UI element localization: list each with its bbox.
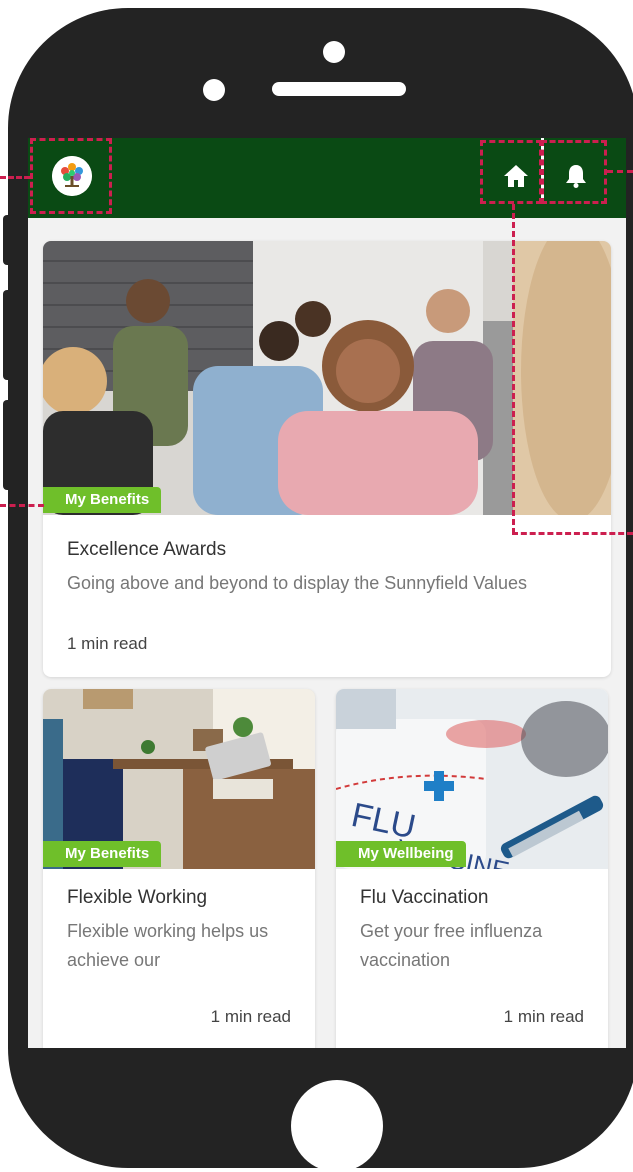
students-photo bbox=[43, 241, 611, 515]
volume-button bbox=[3, 290, 11, 380]
article-description: Going above and beyond to display the Su… bbox=[67, 573, 527, 593]
article-title: Flu Vaccination bbox=[360, 887, 489, 908]
feature-article-card[interactable]: My Benefits Excellence Awards Going abov… bbox=[43, 241, 611, 677]
proximity-sensor bbox=[203, 79, 225, 101]
earpiece-speaker bbox=[272, 82, 406, 96]
logo-callout-line bbox=[0, 176, 30, 179]
bell-callout-line bbox=[607, 170, 633, 173]
article-description: Get your free influenza vaccination bbox=[360, 921, 543, 970]
volume-button bbox=[3, 215, 11, 265]
power-button bbox=[3, 400, 11, 490]
article-card[interactable]: My Benefits Flexible Working Flexible wo… bbox=[43, 689, 315, 1048]
app-screen: My Benefits Excellence Awards Going abov… bbox=[28, 138, 626, 1048]
tag-callout-line bbox=[0, 504, 44, 507]
home-callout-line bbox=[512, 532, 633, 535]
read-time: 1 min read bbox=[67, 634, 148, 653]
category-tag: My Benefits bbox=[43, 841, 162, 867]
category-tag: My Wellbeing bbox=[336, 841, 466, 867]
home-callout-box bbox=[480, 140, 542, 204]
front-camera bbox=[323, 41, 345, 63]
home-callout-line bbox=[512, 204, 515, 534]
bell-callout-box bbox=[541, 140, 607, 204]
article-title: Excellence Awards bbox=[67, 539, 227, 560]
logo-callout-box bbox=[30, 138, 112, 214]
article-card[interactable]: FLU VACCINE My Wellbeing Flu Vaccination… bbox=[336, 689, 608, 1048]
article-title: Flexible Working bbox=[67, 887, 208, 908]
article-description: Flexible working helps us achieve our bbox=[67, 921, 269, 970]
phone-home-button[interactable] bbox=[291, 1080, 383, 1172]
read-time: 1 min read bbox=[210, 1007, 291, 1026]
category-tag: My Benefits bbox=[43, 487, 162, 513]
read-time: 1 min read bbox=[503, 1007, 584, 1026]
